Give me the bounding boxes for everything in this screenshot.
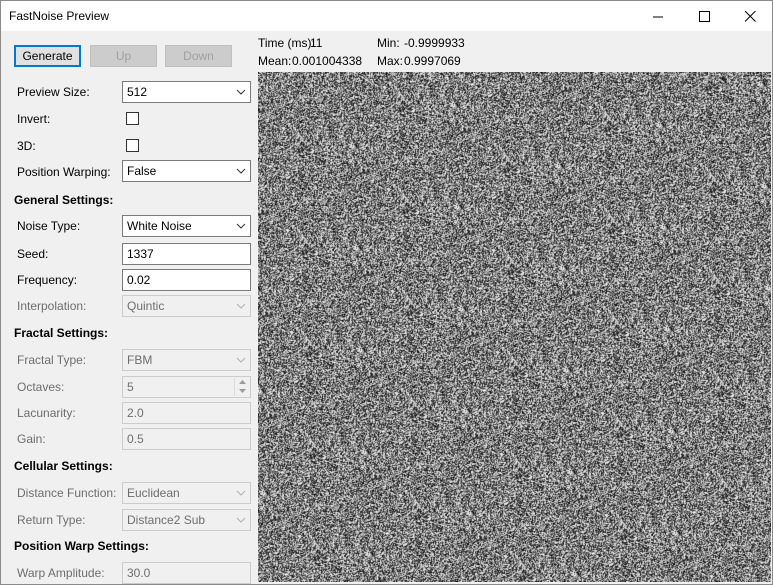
frequency-label: Frequency: <box>17 273 78 287</box>
title-bar[interactable]: FastNoise Preview <box>1 1 772 31</box>
chevron-down-icon <box>236 223 246 229</box>
lacunarity-label: Lacunarity: <box>17 406 76 420</box>
chevron-down-icon <box>236 89 246 95</box>
return-type-label: Return Type: <box>17 513 86 527</box>
chevron-down-icon <box>236 490 246 496</box>
seed-input[interactable]: 1337 <box>122 243 251 265</box>
3d-checkbox[interactable] <box>126 139 139 152</box>
distance-function-label: Distance Function: <box>17 486 117 500</box>
distance-function-value: Euclidean <box>127 486 180 500</box>
noise-type-select[interactable]: White Noise <box>122 215 251 237</box>
down-button[interactable]: Down <box>165 45 232 67</box>
octaves-value: 5 <box>127 380 134 394</box>
position-warping-label: Position Warping: <box>17 165 111 179</box>
gain-label: Gain: <box>17 432 46 446</box>
return-type-value: Distance2 Sub <box>127 513 206 527</box>
cellular-settings-heading: Cellular Settings: <box>14 459 113 473</box>
noise-type-value: White Noise <box>127 219 192 233</box>
lacunarity-input[interactable]: 2.0 <box>122 402 251 424</box>
fractal-type-value: FBM <box>127 353 153 367</box>
position-warp-settings-heading: Position Warp Settings: <box>14 539 149 553</box>
preview-size-label: Preview Size: <box>17 85 90 99</box>
up-button[interactable]: Up <box>90 45 157 67</box>
3d-label: 3D: <box>17 139 36 153</box>
fractal-type-label: Fractal Type: <box>17 353 87 367</box>
gain-input[interactable]: 0.5 <box>122 428 251 450</box>
distance-function-select[interactable]: Euclidean <box>122 482 251 504</box>
generate-button[interactable]: Generate <box>14 45 81 67</box>
min-value: -0.9999933 <box>404 36 465 50</box>
octaves-spinner[interactable] <box>234 378 249 396</box>
interpolation-select[interactable]: Quintic <box>122 295 251 317</box>
max-value: 0.9997069 <box>404 54 461 68</box>
fractal-settings-heading: Fractal Settings: <box>14 326 109 340</box>
max-label: Max: <box>377 54 404 68</box>
octaves-stepper[interactable]: 5 <box>122 376 251 398</box>
warp-amplitude-label: Warp Amplitude: <box>17 566 105 580</box>
chevron-up-icon[interactable] <box>235 378 249 387</box>
return-type-select[interactable]: Distance2 Sub <box>122 509 251 531</box>
minimize-icon <box>652 16 663 17</box>
mean-label: Mean: <box>258 54 292 68</box>
time-value: 11 <box>310 36 323 50</box>
frequency-input[interactable]: 0.02 <box>122 269 251 291</box>
fractal-type-select[interactable]: FBM <box>122 349 251 371</box>
min-label: Min: <box>377 36 400 50</box>
general-settings-heading: General Settings: <box>14 193 114 207</box>
noise-preview-image <box>258 72 771 582</box>
noise-type-label: Noise Type: <box>17 219 81 233</box>
chevron-down-icon <box>236 168 246 174</box>
chevron-down-icon <box>236 303 246 309</box>
interpolation-value: Quintic <box>127 299 165 313</box>
position-warping-select[interactable]: False <box>122 160 251 182</box>
chevron-down-icon <box>236 517 246 523</box>
app-window: FastNoise Preview Generate Up Down Time … <box>0 0 773 585</box>
mean-value: 0.001004338 <box>292 54 363 68</box>
interpolation-label: Interpolation: <box>17 299 87 313</box>
chevron-down-icon <box>236 357 246 363</box>
invert-checkbox[interactable] <box>126 112 139 125</box>
warp-amplitude-input[interactable]: 30.0 <box>122 562 251 584</box>
maximize-button[interactable] <box>681 1 727 31</box>
window-title: FastNoise Preview <box>9 9 110 23</box>
time-label: Time (ms): <box>258 36 315 50</box>
minimize-button[interactable] <box>635 1 681 31</box>
position-warping-value: False <box>127 164 157 178</box>
seed-label: Seed: <box>17 247 49 261</box>
close-icon <box>744 10 756 22</box>
preview-size-value: 512 <box>127 85 148 99</box>
octaves-label: Octaves: <box>17 380 65 394</box>
close-button[interactable] <box>727 1 773 31</box>
chevron-down-icon[interactable] <box>235 387 249 396</box>
invert-label: Invert: <box>17 112 51 126</box>
maximize-icon <box>698 10 710 22</box>
preview-size-select[interactable]: 512 <box>122 81 251 103</box>
